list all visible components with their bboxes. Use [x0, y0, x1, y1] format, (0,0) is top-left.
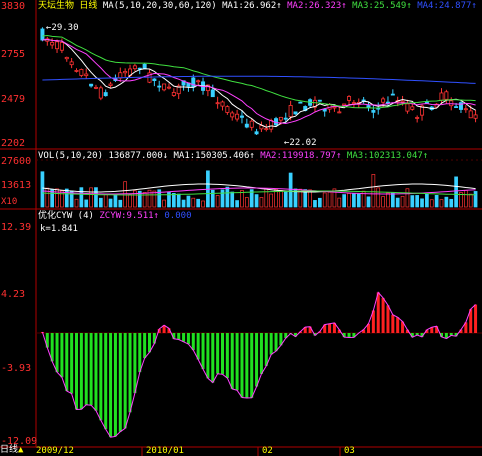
indicator-bar	[391, 314, 395, 333]
indicator-bar	[94, 333, 98, 411]
indicator-bar	[274, 333, 278, 352]
indicator-bar	[79, 333, 83, 410]
indicator-bar	[216, 333, 220, 374]
indicator-bar	[75, 333, 78, 410]
indicator-bar	[381, 297, 385, 333]
indicator-bar	[191, 333, 195, 351]
indicator-bar	[396, 317, 400, 333]
indicator-bar	[230, 333, 234, 389]
indicator-bar	[113, 333, 117, 437]
period-text: 日线	[0, 445, 19, 455]
indicator-bar	[133, 333, 137, 394]
x-tick-feb: 02	[262, 446, 273, 456]
indicator-bar	[250, 333, 254, 398]
indicator-bar	[245, 333, 249, 398]
indicator-bar	[225, 333, 229, 379]
indicator-bar	[84, 333, 88, 405]
indicator-bar	[221, 333, 224, 375]
indicator-bar	[186, 333, 190, 345]
indicator-bar	[474, 304, 478, 333]
indicator-bar	[376, 292, 380, 333]
indicator-bar	[386, 305, 390, 333]
indicator-bar	[255, 333, 259, 387]
indicator-bar	[328, 323, 332, 333]
indicator-bar	[206, 333, 210, 379]
indicator-bar	[143, 333, 147, 359]
indicator-bar	[109, 333, 113, 438]
indicator-bar	[70, 333, 74, 394]
indicator-bar	[128, 333, 132, 413]
x-tick-dec: 2009/12	[36, 446, 74, 456]
indicator-bar	[138, 333, 142, 373]
indicator-bar	[269, 333, 273, 355]
indicator-line	[41, 291, 476, 438]
indicator-bar	[211, 333, 215, 383]
indicator-bar	[201, 333, 205, 370]
indicator-bar	[347, 333, 351, 338]
indicator-bar	[55, 333, 59, 373]
indicator-bar	[104, 333, 108, 430]
indicator-bar	[60, 333, 64, 378]
indicator-bar	[99, 333, 103, 421]
x-tick-mar: 03	[344, 446, 355, 456]
indicator-bar	[259, 333, 263, 374]
stock-chart-window[interactable]: 天坛生物 日线 MA(5,10,20,30,60,120) MA1:26.962…	[0, 0, 482, 456]
indicator-bar	[118, 333, 122, 432]
indicator-chart[interactable]	[0, 0, 482, 456]
warning-icon: ▲	[18, 445, 24, 455]
indicator-bar	[65, 333, 69, 391]
indicator-bar	[123, 333, 127, 429]
indicator-bar	[177, 333, 181, 340]
indicator-bar	[196, 333, 200, 360]
indicator-bar	[264, 333, 268, 366]
indicator-bar	[235, 333, 239, 391]
indicator-bar	[89, 333, 93, 406]
x-tick-jan: 2010/01	[146, 446, 184, 456]
x-axis-period-label: 日线▲	[0, 445, 23, 455]
indicator-bar	[182, 333, 186, 342]
indicator-bar	[240, 333, 244, 398]
